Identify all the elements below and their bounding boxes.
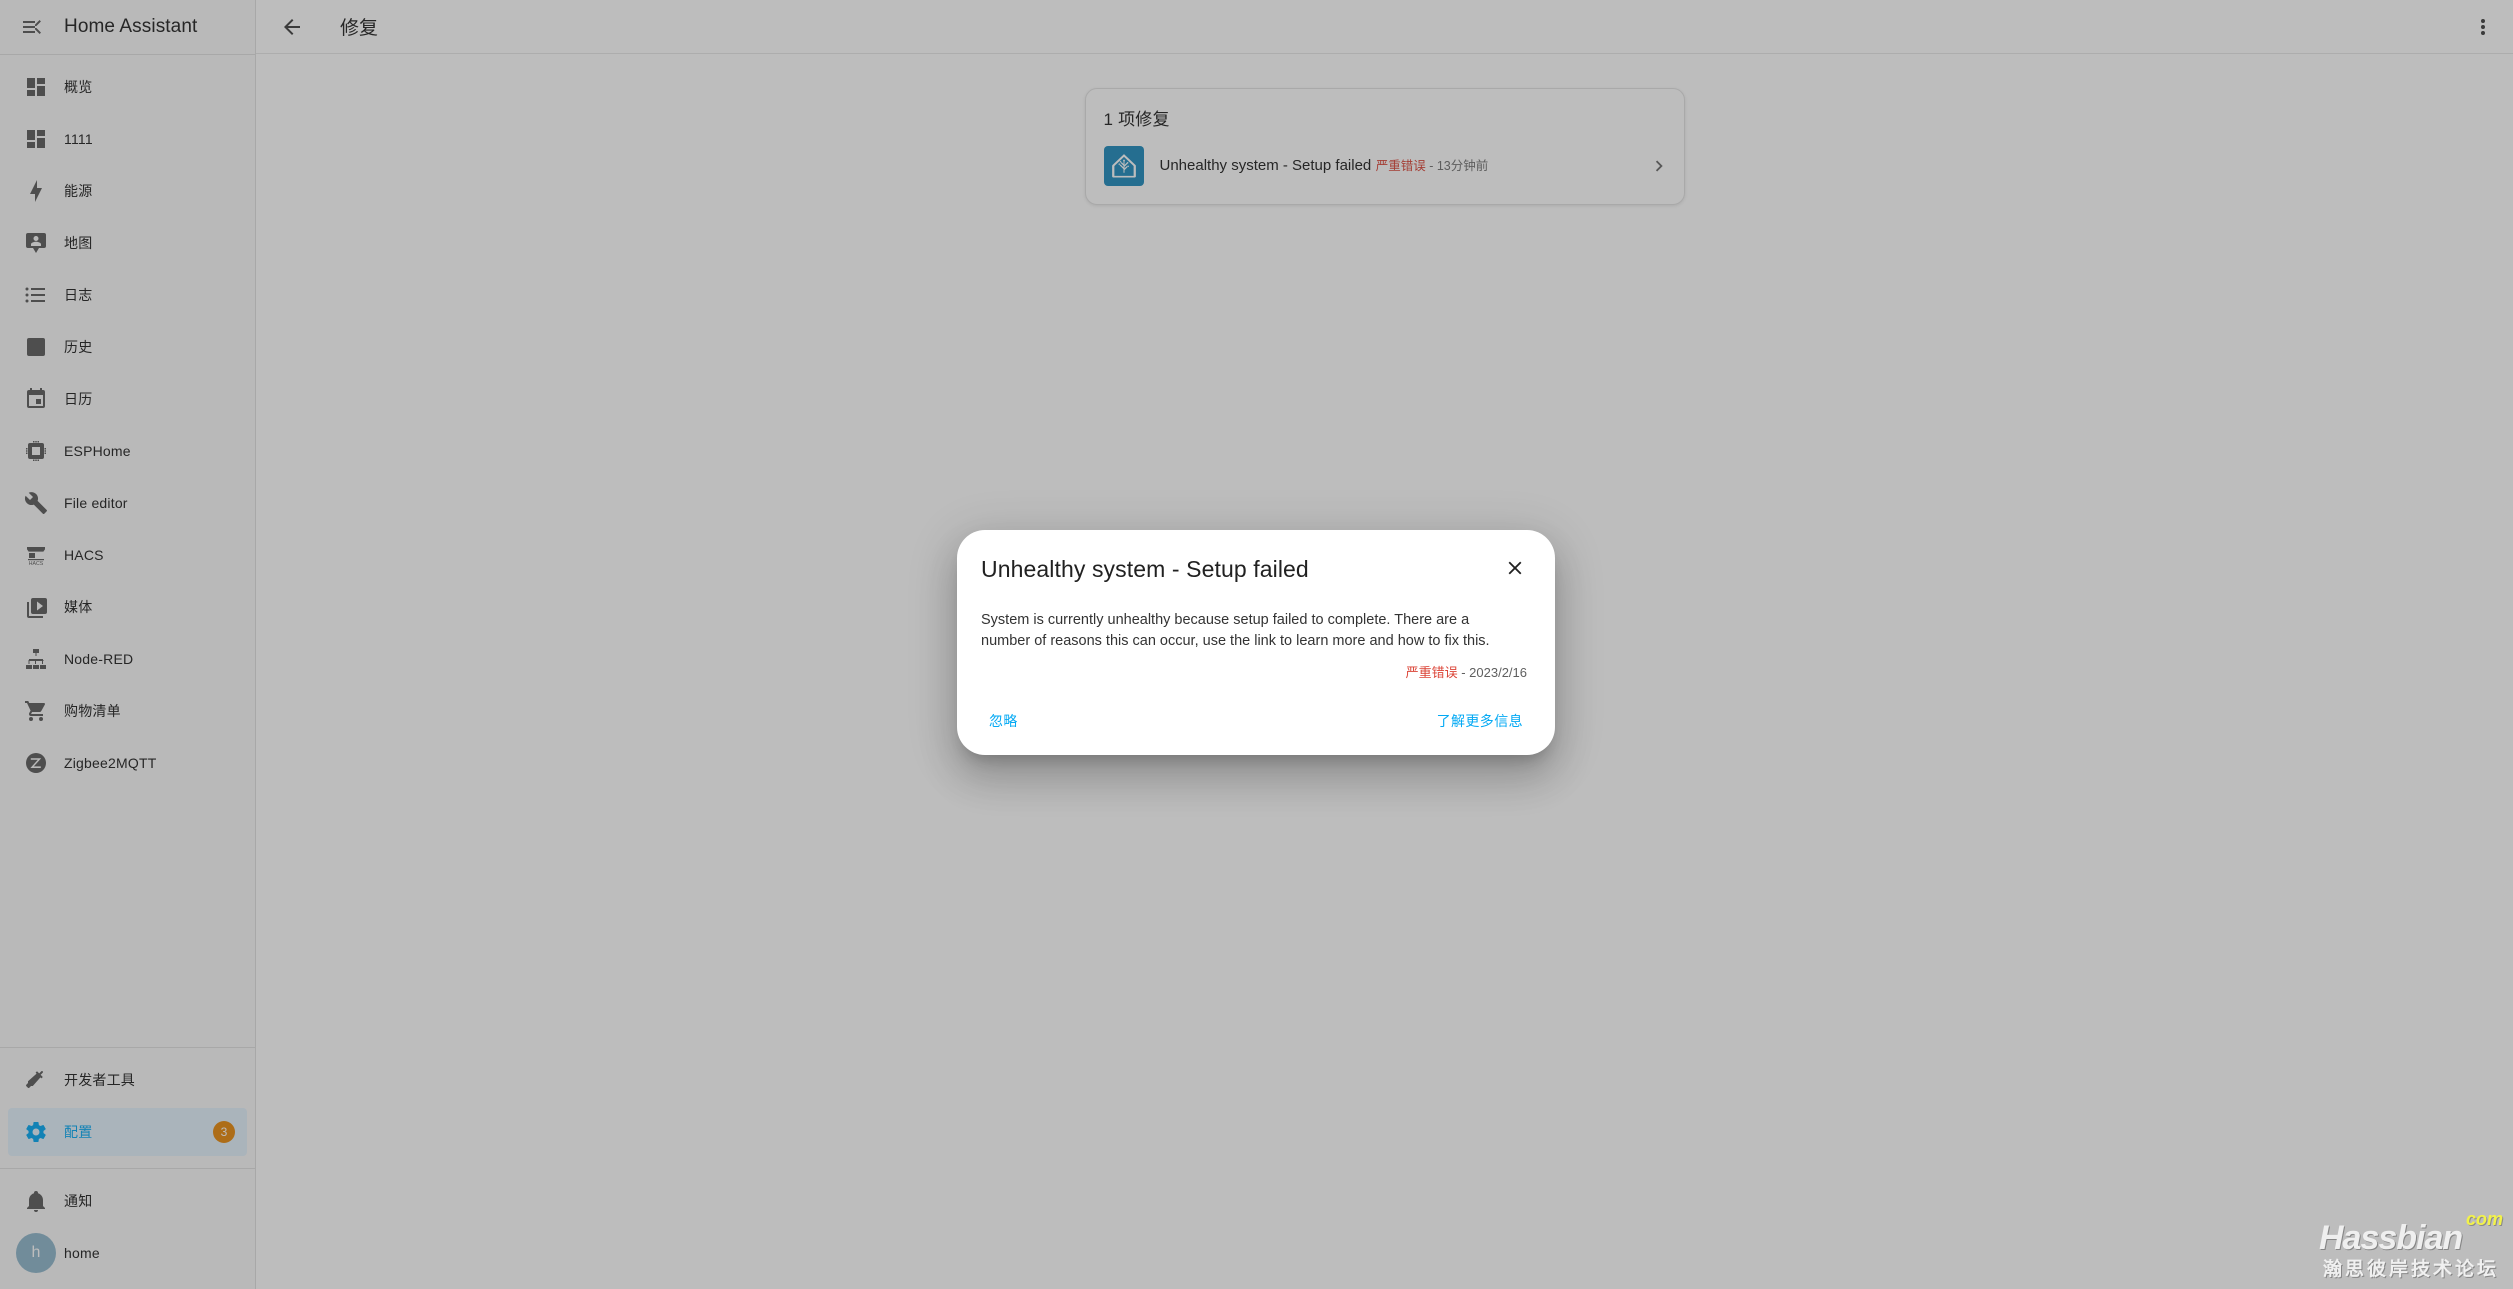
- issue-date: 2023/2/16: [1469, 665, 1527, 680]
- ignore-button[interactable]: 忽略: [981, 705, 1026, 737]
- dialog-meta: 严重错误 - 2023/2/16: [981, 662, 1531, 681]
- severity-label: 严重错误: [1405, 665, 1458, 680]
- dialog-description: System is currently unhealthy because se…: [981, 612, 1490, 649]
- severity-separator: -: [1457, 665, 1470, 680]
- app-root: Home Assistant 概览 1111 能源 地图 日志 历史 日历 ES…: [0, 0, 2513, 1289]
- repair-detail-dialog: Unhealthy system - Setup failed System i…: [957, 530, 1555, 755]
- close-icon[interactable]: [1495, 548, 1535, 588]
- dialog-body: System is currently unhealthy because se…: [981, 588, 1531, 681]
- dialog-actions: 忽略 了解更多信息: [981, 681, 1531, 743]
- dialog-title: Unhealthy system - Setup failed: [981, 556, 1309, 582]
- dialog-header: Unhealthy system - Setup failed: [981, 554, 1531, 588]
- learn-more-button[interactable]: 了解更多信息: [1429, 705, 1531, 737]
